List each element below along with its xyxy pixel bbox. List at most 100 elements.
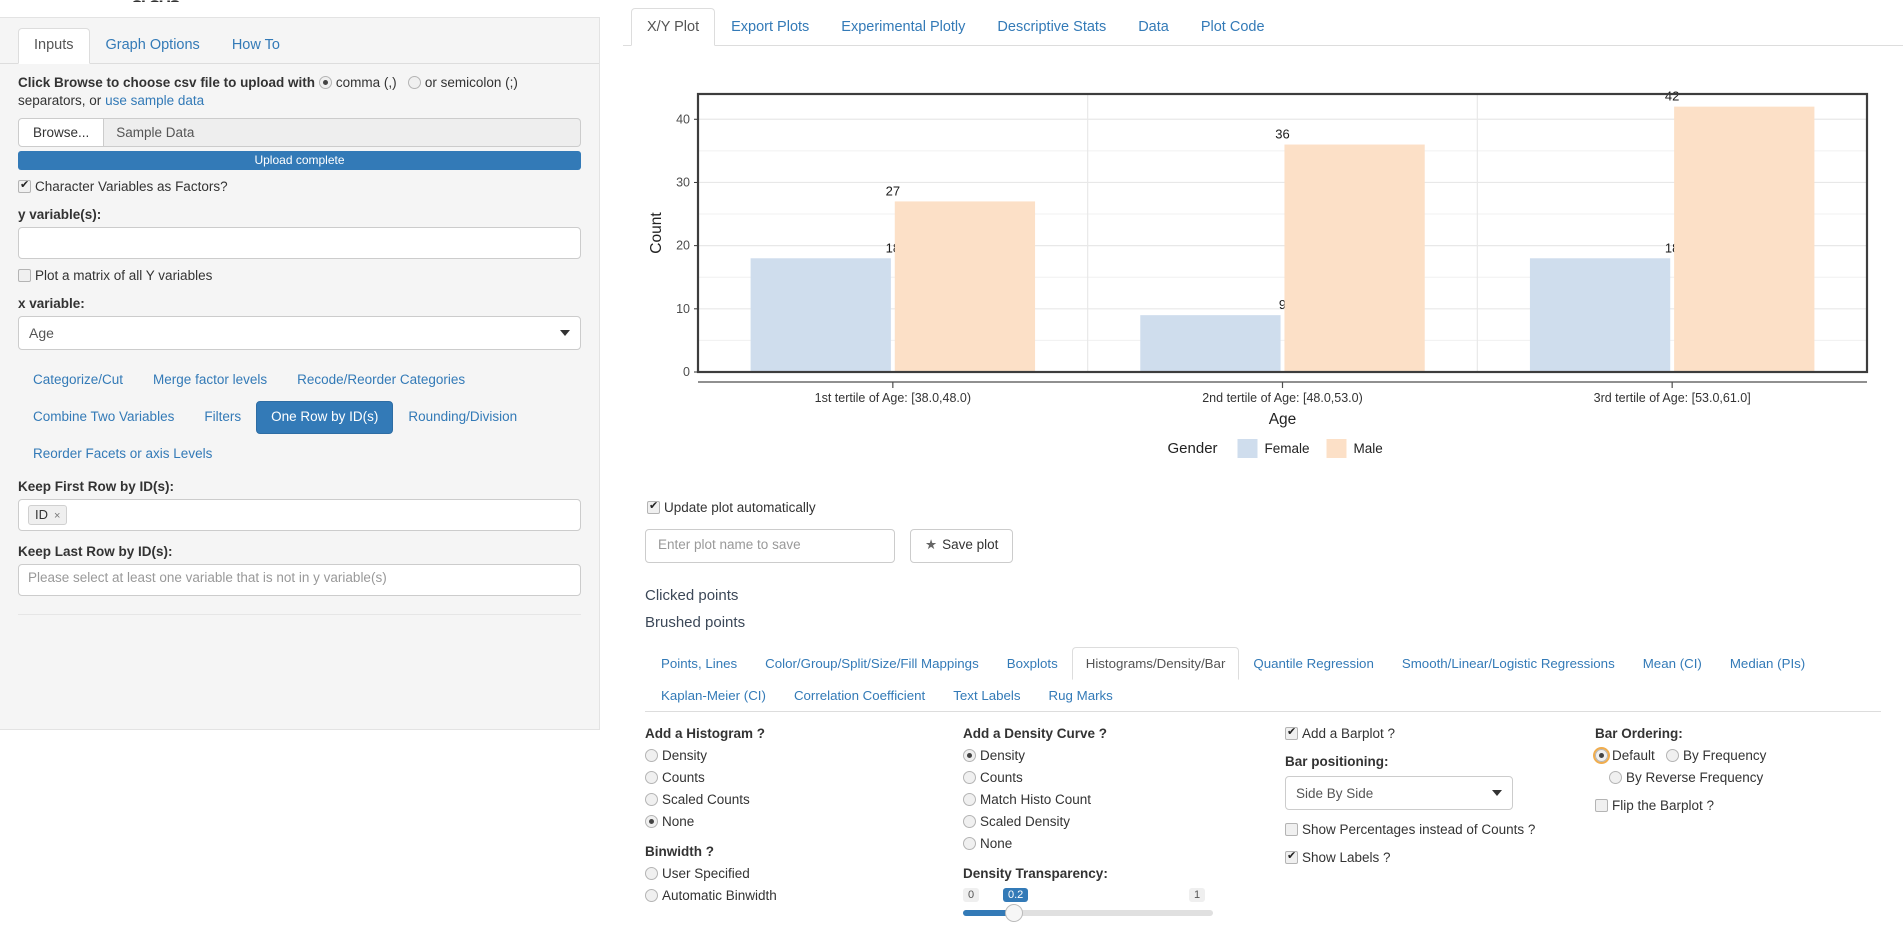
show-percentages-checkbox[interactable]	[1285, 823, 1298, 836]
plot-matrix-checkbox[interactable]	[18, 269, 31, 283]
tab-points-lines[interactable]: Points, Lines	[647, 647, 751, 680]
char-factors-checkbox[interactable]	[18, 179, 31, 194]
histogram-option-counts[interactable]: Counts	[645, 770, 953, 786]
transform-one-row-by-ids[interactable]: One Row by ID(s)	[256, 401, 394, 435]
plot-matrix-row[interactable]: Plot a matrix of all Y variables	[18, 268, 581, 283]
tab-rug-marks[interactable]: Rug Marks	[1035, 679, 1127, 712]
density-option-counts[interactable]: Counts	[963, 770, 1275, 786]
transform-reorder-facets[interactable]: Reorder Facets or axis Levels	[18, 438, 227, 471]
xy-plot-chart[interactable]: 182793618420102030401st tertile of Age: …	[645, 52, 1885, 482]
tab-boxplots[interactable]: Boxplots	[993, 647, 1072, 680]
show-percentages-row[interactable]: Show Percentages instead of Counts ?	[1285, 822, 1585, 838]
tab-text-labels[interactable]: Text Labels	[939, 679, 1034, 712]
binwidth-user-radio[interactable]	[645, 867, 658, 880]
density-transparency-slider[interactable]: 0 0.2 1	[963, 888, 1213, 928]
density-option-scaled-density[interactable]: Scaled Density	[963, 814, 1275, 830]
tab-smooth-linear-logistic[interactable]: Smooth/Linear/Logistic Regressions	[1388, 647, 1629, 680]
separator-semicolon-label: or semicolon (;)	[424, 74, 518, 90]
slider-track[interactable]	[963, 910, 1213, 916]
flip-barplot-checkbox[interactable]	[1595, 799, 1608, 812]
binwidth-option-user-specified[interactable]: User Specified	[645, 866, 953, 882]
slider-max-label: 1	[1189, 888, 1206, 902]
tab-experimental-plotly[interactable]: Experimental Plotly	[825, 8, 981, 46]
tab-kaplan-meier-ci[interactable]: Kaplan-Meier (CI)	[647, 679, 780, 712]
density-none-radio[interactable]	[963, 837, 976, 850]
svg-text:30: 30	[676, 175, 690, 189]
density-scaled-radio[interactable]	[963, 815, 976, 828]
svg-text:Female: Female	[1265, 441, 1310, 456]
density-match-radio[interactable]	[963, 793, 976, 806]
show-labels-checkbox[interactable]	[1285, 850, 1298, 864]
bar-ordering-default-radio[interactable]	[1593, 747, 1610, 764]
histogram-scaled-counts-radio[interactable]	[645, 793, 658, 806]
density-counts-radio[interactable]	[963, 771, 976, 784]
bar-positioning-select[interactable]: Side By Side	[1285, 776, 1513, 810]
tab-descriptive-stats[interactable]: Descriptive Stats	[981, 8, 1122, 46]
browse-button[interactable]: Browse...	[18, 118, 105, 148]
binwidth-auto-radio[interactable]	[645, 889, 658, 902]
histogram-none-radio[interactable]	[645, 815, 658, 828]
bar-ordering-by-frequency-radio[interactable]	[1666, 749, 1680, 762]
add-barplot-row[interactable]: Add a Barplot ?	[1285, 726, 1585, 742]
y-variable-input[interactable]	[18, 227, 581, 260]
keep-last-row-input[interactable]: Please select at least one variable that…	[18, 563, 581, 596]
density-transparency-heading: Density Transparency:	[963, 866, 1108, 881]
tab-data[interactable]: Data	[1122, 8, 1185, 46]
bar-ordering-row-2[interactable]: By Reverse Frequency	[1595, 770, 1903, 786]
sidebar-tab-graph-options[interactable]: Graph Options	[90, 28, 216, 64]
keep-first-row-input[interactable]: ID ×	[18, 498, 581, 531]
add-barplot-checkbox[interactable]	[1285, 726, 1298, 740]
histogram-option-none[interactable]: None	[645, 814, 953, 830]
histogram-option-scaled-counts[interactable]: Scaled Counts	[645, 792, 953, 808]
tab-quantile-regression[interactable]: Quantile Regression	[1239, 647, 1387, 680]
char-factors-row[interactable]: Character Variables as Factors?	[18, 179, 581, 194]
flip-barplot-row[interactable]: Flip the Barplot ?	[1595, 798, 1903, 814]
separator-comma-radio[interactable]	[318, 75, 332, 89]
tab-color-group-mappings[interactable]: Color/Group/Split/Size/Fill Mappings	[751, 647, 993, 680]
transform-categorize-cut[interactable]: Categorize/Cut	[18, 364, 138, 397]
histogram-counts-radio[interactable]	[645, 771, 658, 784]
slider-handle[interactable]	[1005, 904, 1023, 922]
density-option-match-histo-count[interactable]: Match Histo Count	[963, 792, 1275, 808]
keep-first-row-token: ID ×	[28, 504, 68, 525]
save-plot-button[interactable]: ★ Save plot	[910, 529, 1014, 563]
keep-last-row-label: Keep Last Row by ID(s):	[18, 543, 173, 559]
show-labels-row[interactable]: Show Labels ?	[1285, 850, 1585, 866]
histogram-density-radio[interactable]	[645, 749, 658, 762]
density-match-label: Match Histo Count	[980, 792, 1092, 807]
tab-histograms-density-bar[interactable]: Histograms/Density/Bar	[1071, 647, 1240, 680]
plot-area[interactable]: 18 27 9 36 18 42 0 10 20 30 40 1st tertile of Age: …	[623, 46, 1903, 486]
tab-correlation-coefficient[interactable]: Correlation Coefficient	[780, 679, 939, 712]
transform-recode-reorder-categories[interactable]: Recode/Reorder Categories	[282, 364, 480, 397]
clicked-points-label: Clicked points	[645, 587, 739, 604]
transform-combine-two-variables[interactable]: Combine Two Variables	[18, 401, 189, 434]
tab-xy-plot[interactable]: X/Y Plot	[631, 8, 716, 46]
separator-semicolon-radio[interactable]	[407, 75, 421, 89]
transform-merge-factor-levels[interactable]: Merge factor levels	[138, 364, 282, 397]
transform-rounding-division[interactable]: Rounding/Division	[393, 401, 532, 434]
binwidth-option-automatic[interactable]: Automatic Binwidth	[645, 888, 953, 904]
svg-text:40: 40	[676, 112, 690, 126]
x-variable-select[interactable]: Age	[18, 316, 581, 351]
transform-filters[interactable]: Filters	[189, 401, 256, 434]
bar-ordering-reverse-frequency-radio[interactable]	[1609, 771, 1622, 784]
histogram-option-density[interactable]: Density	[645, 748, 953, 764]
update-auto-checkbox[interactable]	[647, 500, 660, 514]
sidebar-tab-how-to[interactable]: How To	[216, 28, 296, 64]
tab-plot-code[interactable]: Plot Code	[1185, 8, 1281, 46]
bar-ordering-row-1[interactable]: Default By Frequency	[1593, 747, 1903, 764]
app-root: ggp Inputs Graph Options How To Click Br…	[0, 0, 1903, 947]
tab-median-pis[interactable]: Median (PIs)	[1716, 647, 1819, 680]
histogram-column: Add a Histogram ? Density Counts Scaled …	[645, 726, 963, 928]
tab-export-plots[interactable]: Export Plots	[715, 8, 825, 46]
sidebar-tab-inputs[interactable]: Inputs	[18, 28, 90, 64]
svg-text:2nd tertile of Age: [48.0,53.0: 2nd tertile of Age: [48.0,53.0)	[1202, 391, 1363, 405]
density-option-none[interactable]: None	[963, 836, 1275, 852]
plot-name-input[interactable]: Enter plot name to save	[645, 529, 895, 563]
use-sample-data-link[interactable]: use sample data	[105, 93, 204, 108]
remove-token-icon[interactable]: ×	[54, 510, 60, 522]
density-density-radio[interactable]	[963, 749, 976, 762]
tab-mean-ci[interactable]: Mean (CI)	[1629, 647, 1716, 680]
update-auto-row[interactable]: Update plot automatically	[647, 500, 1881, 515]
density-option-density[interactable]: Density	[963, 748, 1275, 764]
